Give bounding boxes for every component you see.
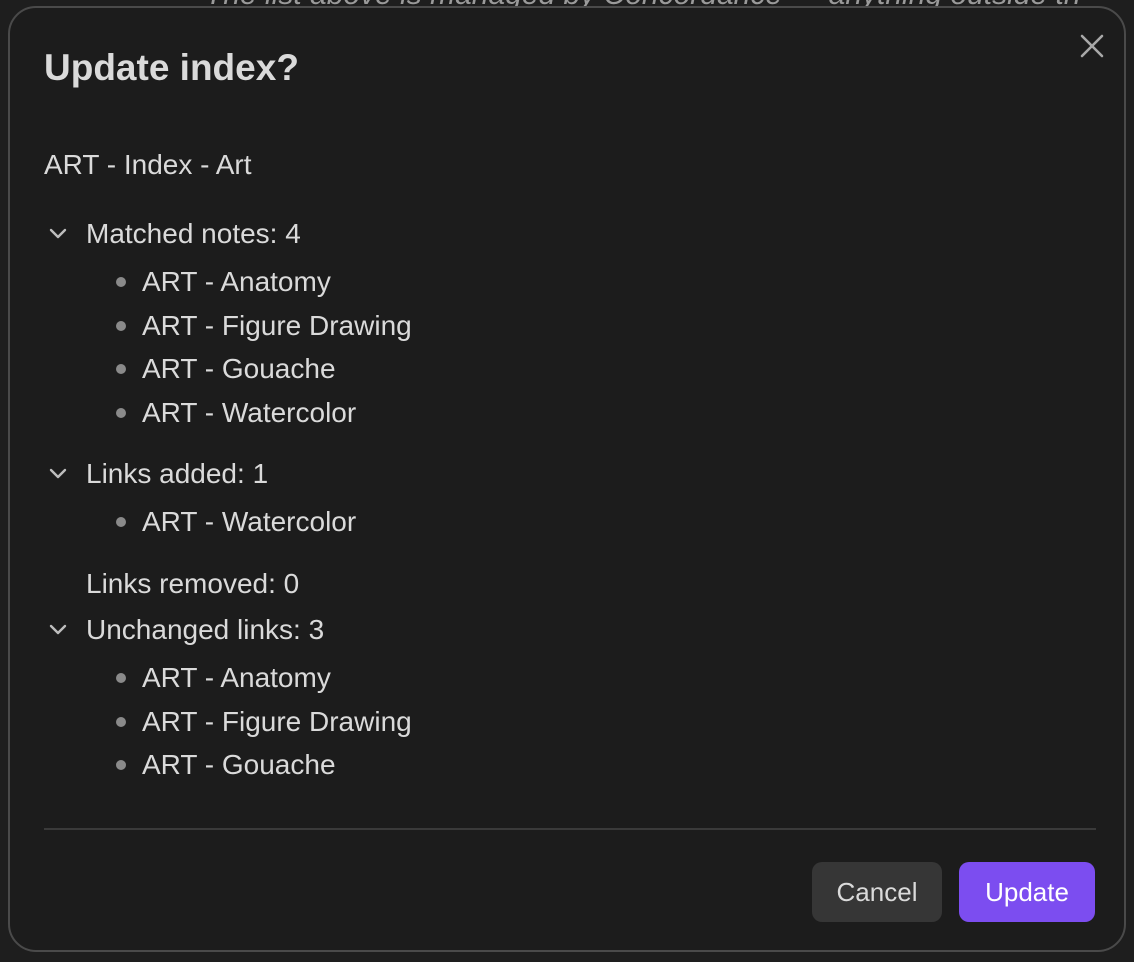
links-removed-label: Links removed: 0 [86, 568, 300, 599]
chevron-down-icon [49, 468, 67, 479]
update-index-modal: Update index? ART - Index - Art Matched … [8, 6, 1126, 952]
matched-notes-list: ART - Anatomy ART - Figure Drawing ART -… [44, 260, 412, 434]
index-note-name: ART - Index - Art [44, 149, 252, 180]
modal-title: Update index? [44, 47, 299, 88]
footer-divider [44, 828, 1096, 830]
links-removed-section: Links removed: 0 [44, 564, 299, 604]
cancel-button[interactable]: Cancel [812, 862, 942, 922]
matched-notes-toggle[interactable]: Matched notes: 4 [44, 214, 412, 254]
list-item: ART - Watercolor [116, 391, 412, 435]
links-added-list: ART - Watercolor [44, 500, 356, 544]
chevron-down-icon [49, 624, 67, 635]
unchanged-links-toggle[interactable]: Unchanged links: 3 [44, 610, 412, 650]
update-button[interactable]: Update [959, 862, 1095, 922]
list-item: ART - Gouache [116, 743, 412, 787]
list-item: ART - Anatomy [116, 656, 412, 700]
list-item: ART - Anatomy [116, 260, 412, 304]
list-item: ART - Figure Drawing [116, 700, 412, 744]
links-added-toggle[interactable]: Links added: 1 [44, 454, 356, 494]
matched-notes-label: Matched notes: 4 [86, 218, 301, 249]
unchanged-links-section: Unchanged links: 3 ART - Anatomy ART - F… [44, 610, 412, 787]
unchanged-links-list: ART - Anatomy ART - Figure Drawing ART -… [44, 656, 412, 787]
links-added-section: Links added: 1 ART - Watercolor [44, 454, 356, 544]
close-icon [1080, 34, 1104, 58]
unchanged-links-label: Unchanged links: 3 [86, 614, 325, 645]
list-item: ART - Figure Drawing [116, 304, 412, 348]
chevron-down-icon [49, 228, 67, 239]
list-item: ART - Watercolor [116, 500, 356, 544]
close-button[interactable] [1074, 28, 1110, 64]
links-added-label: Links added: 1 [86, 458, 269, 489]
matched-notes-section: Matched notes: 4 ART - Anatomy ART - Fig… [44, 214, 412, 434]
list-item: ART - Gouache [116, 347, 412, 391]
